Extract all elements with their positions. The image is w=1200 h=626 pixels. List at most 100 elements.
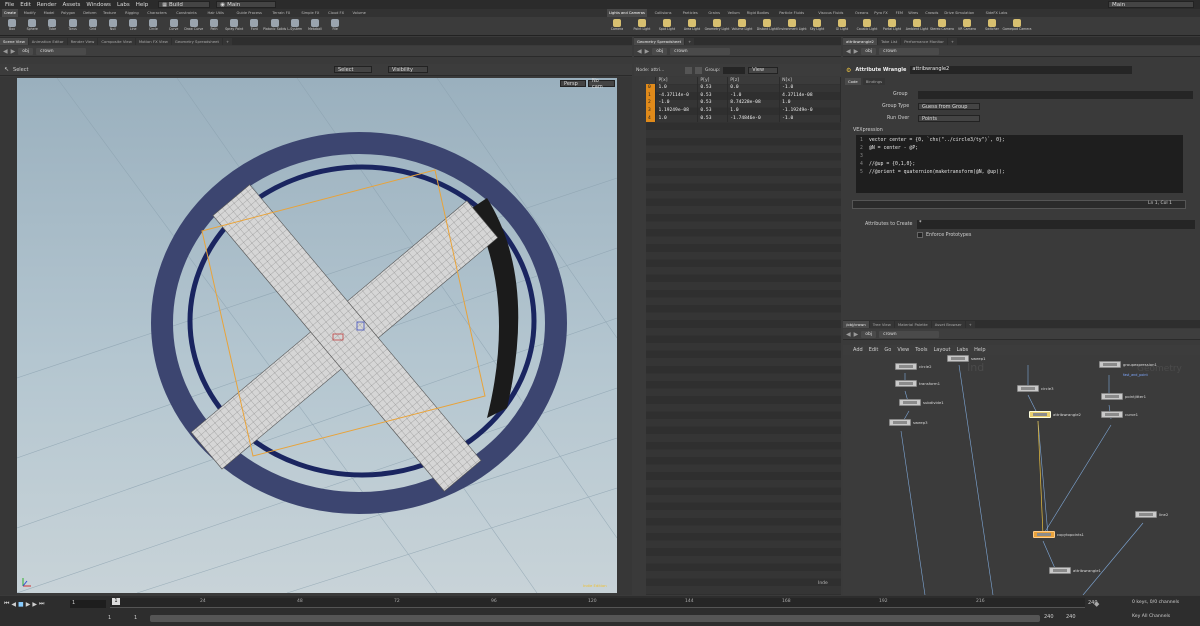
spreadsheet-row[interactable]: 0 1.0 0.53 0.0 -1.0 <box>646 84 841 92</box>
net-menu-edit[interactable]: Edit <box>869 347 879 353</box>
back-arrow-icon[interactable]: ◀ <box>846 331 851 338</box>
shelf-tab-12[interactable]: Simple FX <box>299 9 321 17</box>
path-crumb-obj[interactable]: obj <box>861 47 877 55</box>
shelf-tool-box[interactable]: Box <box>2 17 22 36</box>
group-type-dropdown[interactable]: Guess from Group <box>918 103 980 110</box>
shelf-tab-right-7[interactable]: Viscous Fluids <box>816 9 845 17</box>
shelf-tool-stereo-camera[interactable]: Stereo Camera <box>929 17 955 36</box>
back-arrow-icon[interactable]: ◀ <box>3 48 8 55</box>
tab-performance-monitor[interactable]: Performance Monitor <box>901 38 947 45</box>
shelf-tab-right-3[interactable]: Grains <box>706 9 722 17</box>
add-pane-tab-button-2[interactable]: + <box>685 38 695 45</box>
network-node-sweep3[interactable]: sweep3 <box>889 419 928 426</box>
stop-icon[interactable]: ■ <box>18 601 24 608</box>
run-over-dropdown[interactable]: Points <box>918 115 980 122</box>
subtab-bindings[interactable]: Bindings <box>862 78 886 85</box>
node-body[interactable] <box>1049 567 1071 574</box>
key-icon[interactable]: ◆ <box>1094 600 1099 608</box>
forward-arrow-icon[interactable]: ▶ <box>11 48 16 55</box>
select-mode-dropdown[interactable]: Select <box>334 66 372 73</box>
tab-motion-fx-view[interactable]: Motion FX View <box>135 38 171 45</box>
shelf-tab-13[interactable]: Cloud FX <box>326 9 346 17</box>
tab-geometry-spreadsheet[interactable]: Geometry Spreadsheet <box>171 38 222 45</box>
net-menu-layout[interactable]: Layout <box>934 347 951 353</box>
param-group-field[interactable] <box>918 91 1193 99</box>
tab-obj-crown[interactable]: /obj/crown <box>843 321 869 328</box>
tab-attribwrangle2[interactable]: attribwrangle2 <box>843 38 877 45</box>
shelf-tool-file[interactable]: File <box>325 17 345 36</box>
shelf-tool-tube[interactable]: Tube <box>42 17 62 36</box>
shelf-tool-vr-camera[interactable]: VR Camera <box>954 17 980 36</box>
net-menu-go[interactable]: Go <box>884 347 891 353</box>
network-node-attribwrangle1[interactable]: attribwrangle1 <box>1049 567 1101 574</box>
view-dropdown[interactable]: View <box>748 66 779 74</box>
node-body[interactable] <box>1017 385 1039 392</box>
shelf-tool-line[interactable]: Line <box>123 17 143 36</box>
forward-arrow-icon[interactable]: ▶ <box>854 331 859 338</box>
shelf-tab-right-10[interactable]: FEM <box>894 9 905 17</box>
menu-labs[interactable]: Labs <box>117 2 130 8</box>
shelf-tab-right-5[interactable]: Rigid Bodies <box>745 9 771 17</box>
net-menu-tools[interactable]: Tools <box>915 347 927 353</box>
shelf-tab-1[interactable]: Modify <box>22 9 38 17</box>
key-all-channels-button[interactable]: Key All Channels <box>1132 614 1170 619</box>
add-pane-tab-button-3[interactable]: + <box>947 38 958 45</box>
node-body[interactable] <box>1101 393 1123 400</box>
forward-arrow-icon[interactable]: ▶ <box>645 48 650 55</box>
shelf-tool-circle[interactable]: Circle <box>143 17 163 36</box>
group-field[interactable] <box>723 66 746 74</box>
enforce-prototypes-checkbox[interactable] <box>917 232 923 238</box>
path-crumb-crown[interactable]: crown <box>879 47 940 55</box>
goto-end-icon[interactable]: ⏭ <box>39 600 44 608</box>
spreadsheet-row[interactable]: 4 1.0 0.53 -1.74846e-0 -1.0 <box>646 114 841 122</box>
shelf-tool-sky-light[interactable]: Sky Light <box>804 17 830 36</box>
add-pane-tab-button-4[interactable]: + <box>965 321 975 328</box>
network-canvas[interactable]: Ind Geometry circle2 transform1 subdivide1… <box>843 355 1200 595</box>
path-crumb-crown[interactable]: crown <box>879 330 940 338</box>
shelf-tool-metaball[interactable]: Metaball <box>305 17 325 36</box>
spreadsheet-col-header[interactable]: P[z] <box>727 77 781 84</box>
net-menu-labs[interactable]: Labs <box>957 347 969 353</box>
frame-ruler[interactable] <box>110 598 1085 608</box>
shelf-tool-ambient-light[interactable]: Ambient Light <box>904 17 930 36</box>
node-body[interactable] <box>889 419 911 426</box>
shelf-tool-gamepad-camera[interactable]: Gamepad Camera <box>1003 17 1032 36</box>
shelf-tool-area-light[interactable]: Area Light <box>679 17 705 36</box>
path-crumb-obj[interactable]: obj <box>652 47 668 55</box>
shelf-tab-5[interactable]: Texture <box>101 9 118 17</box>
menu-help[interactable]: Help <box>136 2 149 8</box>
menu-assets[interactable]: Assets <box>62 2 80 8</box>
path-crumb-crown[interactable]: crown <box>670 47 731 55</box>
spreadsheet-col-header[interactable]: N[x] <box>779 77 841 84</box>
node-name-field[interactable]: attribwrangle2 <box>910 66 1133 74</box>
shelf-tool-font[interactable]: Font <box>244 17 264 36</box>
forward-arrow-icon[interactable]: ▶ <box>854 48 859 55</box>
node-body[interactable] <box>1099 361 1121 368</box>
shelf-tool-sphere[interactable]: Sphere <box>22 17 42 36</box>
persp-dropdown[interactable]: Persp <box>560 80 586 87</box>
shelf-tool-spot-light[interactable]: Spot Light <box>654 17 680 36</box>
node-body[interactable] <box>947 355 969 362</box>
spreadsheet-icon-a[interactable] <box>685 66 692 74</box>
right-main-dropdown[interactable]: Main <box>1108 1 1194 8</box>
shelf-tab-right-2[interactable]: Particles <box>681 9 700 17</box>
tab-asset-browser[interactable]: Asset Browser <box>931 321 965 328</box>
takes-dropdown[interactable]: ◉ Main <box>216 1 277 8</box>
network-node-attribwrangle2[interactable]: attribwrangle2 <box>1029 411 1081 418</box>
tab-geometry-spreadsheet-2[interactable]: Geometry Spreadsheet <box>634 38 685 45</box>
path-crumb-obj[interactable]: obj <box>18 47 34 55</box>
goto-start-icon[interactable]: ⏮ <box>4 600 9 608</box>
shelf-tab-right-0[interactable]: Lights and Cameras <box>607 9 647 17</box>
spreadsheet-row[interactable]: 2 -1.0 0.53 8.74228e-08 1.0 <box>646 99 841 107</box>
shelf-tool-geometry-light[interactable]: Geometry Light <box>704 17 730 36</box>
path-crumb-obj[interactable]: obj <box>861 330 877 338</box>
shelf-tool-platonic-solids[interactable]: Platonic Solids <box>263 17 286 36</box>
shelf-tool-curve[interactable]: Curve <box>164 17 184 36</box>
node-body[interactable] <box>895 380 917 387</box>
network-node-circle3[interactable]: circle3 <box>1017 385 1054 392</box>
network-node-curve1[interactable]: curve1 <box>1101 411 1138 418</box>
spreadsheet-col-header[interactable]: P[y] <box>697 77 729 84</box>
tab-composite-view[interactable]: Composite View <box>98 38 135 45</box>
net-menu-add[interactable]: Add <box>853 347 863 353</box>
network-node-subdivide1[interactable]: subdivide1 <box>899 399 944 406</box>
